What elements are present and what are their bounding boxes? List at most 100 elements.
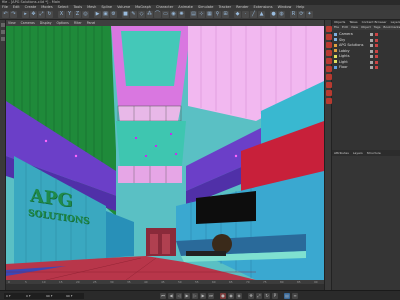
object-row[interactable]: Light [334,60,398,65]
texture-icon[interactable]: ◍ [278,11,285,18]
polygons-mode-icon[interactable]: ▲ [258,11,265,18]
attribute-tab-layers[interactable]: Layers [353,151,363,155]
menu-item-tools[interactable]: Tools [73,5,82,9]
menu-item-spline[interactable]: Spline [101,5,112,9]
viewport-menu-item-options[interactable]: Options [57,21,69,25]
subdivision-icon[interactable]: ◇ [138,11,145,18]
tab-content-browser[interactable]: Content Browser [362,20,387,24]
prev-frame-icon[interactable]: ◁ [176,293,182,299]
render-picture-viewer-icon[interactable]: ▣ [102,11,109,18]
play-icon[interactable]: ▶ [184,293,190,299]
object-row[interactable]: Lobby [334,49,398,54]
z-axis-icon[interactable]: Z [74,11,81,18]
menu-item-modes[interactable]: Modes [41,5,52,9]
viewport-menu-item-display[interactable]: Display [40,21,52,25]
coordinate-system-icon[interactable]: ◎ [82,11,89,18]
keyframe-selection-icon[interactable]: ◈ [236,293,242,299]
next-frame-icon[interactable]: ▷ [192,293,198,299]
pen-icon[interactable]: ✎ [130,11,137,18]
ipr-icon[interactable]: ⟳ [298,11,305,18]
visibility-dot-icon[interactable] [370,55,373,58]
attribute-tab-structure[interactable]: Structure [367,151,381,155]
menu-item-animate[interactable]: Animate [178,5,193,9]
rotation-key-icon[interactable]: ↻ [264,293,270,299]
visibility-dot-icon[interactable] [370,33,373,36]
object-row[interactable]: Sky [334,38,398,43]
next-key-icon[interactable]: ▶ [200,293,206,299]
layout-icon[interactable]: ▤ [190,11,197,18]
grid-icon[interactable]: ⊞ [222,11,229,18]
timeline-ruler[interactable]: 0 5 10 15 20 25 30 35 40 45 50 55 60 65 70 75 80 85 90 [6,280,324,284]
position-key-icon[interactable]: ✥ [248,293,254,299]
object-menu-item-tags[interactable]: Tags [374,25,381,29]
prev-key-icon[interactable]: ◀ [168,293,174,299]
axis-lock-icon[interactable]: ⚲ [214,11,221,18]
viewport-menu-item-filter[interactable]: Filter [74,21,82,25]
render-settings-icon[interactable]: ⚙ [110,11,117,18]
move-icon[interactable]: ✥ [30,11,37,18]
record-icon[interactable]: ● [220,293,226,299]
object-row[interactable]: Camera [334,32,398,37]
goto-end-icon[interactable]: ⏭ [208,293,214,299]
texture-mode-icon[interactable] [1,30,5,34]
x-axis-icon[interactable]: X [58,11,65,18]
menu-item-edit[interactable]: Edit [13,5,20,9]
menu-item-tracker[interactable]: Tracker [218,5,231,9]
edges-mode-icon[interactable]: ╱ [250,11,257,18]
tab-takes[interactable]: Takes [349,20,357,24]
end-frame-field[interactable]: 90 F [44,293,64,299]
bend-icon[interactable]: ⌒ [154,11,161,18]
make-editable-icon[interactable] [1,23,5,27]
redo-icon[interactable]: ↷ [10,11,17,18]
scale-key-icon[interactable]: ⤢ [256,293,262,299]
undo-icon[interactable]: ↶ [2,11,9,18]
max-frame-field[interactable]: 90 F [64,293,84,299]
viewport-menu-item-panel[interactable]: Panel [87,21,96,25]
render-view-icon[interactable]: ▶ [94,11,101,18]
object-menu-item-object[interactable]: Object [361,25,371,29]
scale-icon[interactable]: ⤢ [38,11,45,18]
timeline-window-icon[interactable]: ▤ [284,293,290,299]
visibility-dot-icon[interactable] [370,60,373,64]
material-icon[interactable]: ● [270,11,277,18]
viewport-menu-item-view[interactable]: View [8,21,16,25]
object-menu-item-edit[interactable]: Edit [342,25,348,29]
menu-item-simulate[interactable]: Simulate [198,5,213,9]
select-icon[interactable]: ▸ [22,11,29,18]
visibility-dot-icon[interactable] [370,66,373,69]
material-tag-icon[interactable] [375,44,378,47]
script-icon[interactable]: ✦ [306,11,313,18]
menu-item-render[interactable]: Render [236,5,248,9]
viewport[interactable]: APG SOLUTIONS [6,26,324,280]
menu-item-window[interactable]: Window [278,5,292,9]
tab-objects[interactable]: Objects [334,20,345,24]
object-menu-item-bookmarks[interactable]: Bookmarks [383,25,400,29]
floor-icon[interactable]: ▭ [162,11,169,18]
material-tag-icon[interactable] [375,60,378,64]
array-icon[interactable]: ⁂ [146,11,153,18]
model-mode-icon[interactable]: ◆ [234,11,241,18]
rotate-icon[interactable]: ↻ [46,11,53,18]
y-axis-icon[interactable]: Y [66,11,73,18]
attribute-tab-attributes[interactable]: Attributes [334,151,349,155]
start-frame-field[interactable]: 0 F [24,293,44,299]
menu-item-extensions[interactable]: Extensions [254,5,273,9]
visibility-dot-icon[interactable] [370,49,373,53]
menu-item-character[interactable]: Character [156,5,173,9]
object-menu-item-file[interactable]: File [334,25,339,29]
material-tag-icon[interactable] [375,55,378,58]
autokey-icon[interactable]: ◉ [228,293,234,299]
menu-item-mograph[interactable]: MoGraph [135,5,151,9]
material-tag-icon[interactable] [375,66,378,69]
material-tag-icon[interactable] [375,38,378,42]
workplane-icon[interactable]: ▦ [206,11,213,18]
menu-item-select[interactable]: Select [58,5,69,9]
cube-icon[interactable]: ■ [122,11,129,18]
light-icon[interactable]: ✺ [178,11,185,18]
goto-start-icon[interactable]: ⏮ [160,293,166,299]
menu-item-volume[interactable]: Volume [117,5,130,9]
object-row[interactable]: APG Solutions [334,43,398,48]
menu-item-create[interactable]: Create [25,5,37,9]
visibility-dot-icon[interactable] [370,44,373,47]
visibility-dot-icon[interactable] [370,38,373,42]
